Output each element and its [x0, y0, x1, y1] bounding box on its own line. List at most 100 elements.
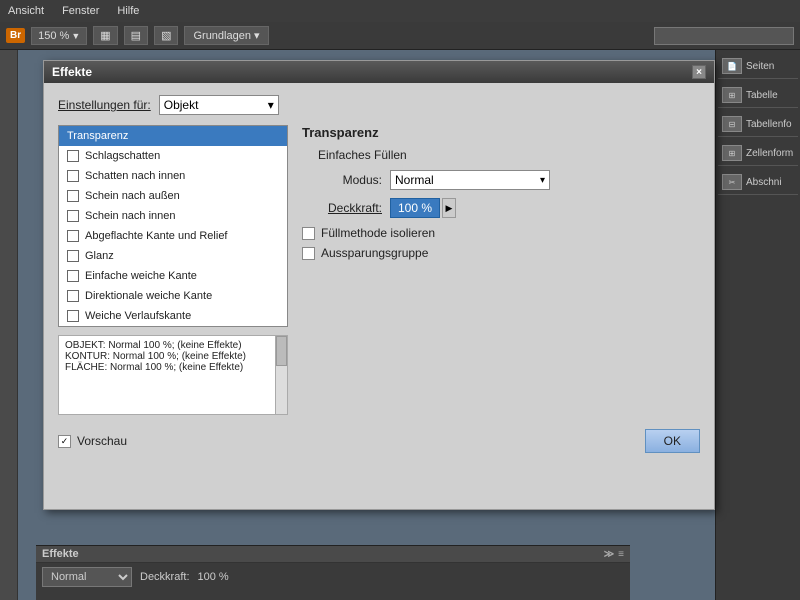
effect-label-4: Schein nach innen	[85, 210, 176, 222]
modal-title: Effekte	[52, 65, 92, 79]
bottom-panel-deckkraft-value: 100 %	[198, 571, 229, 583]
layout-btn-3[interactable]: ▧	[154, 26, 178, 45]
toolbar-search[interactable]	[654, 27, 794, 45]
right-title: Transparenz	[302, 125, 700, 140]
modal-close-button[interactable]: ×	[692, 65, 706, 79]
deckkraft-label: Deckkraft:	[302, 201, 382, 215]
layout-btn-1[interactable]: ▦	[93, 26, 117, 45]
aussparungs-checkbox[interactable]	[302, 247, 315, 260]
deckkraft-stepper[interactable]: ▶	[442, 198, 456, 218]
menu-bar: Ansicht Fenster Hilfe	[0, 0, 800, 22]
menu-ansicht[interactable]: Ansicht	[4, 3, 48, 19]
bottom-panel-header: Effekte ≫ ≡	[36, 546, 630, 563]
effects-list-item-5[interactable]: Abgeflachte Kante und Relief	[59, 226, 287, 246]
scroll-thumb	[276, 336, 287, 366]
preview-checkbox[interactable]: ✓	[58, 435, 71, 448]
effects-list-item-3[interactable]: Schein nach außen	[59, 186, 287, 206]
effects-list-item-0[interactable]: Transparenz	[59, 126, 287, 146]
effect-checkbox-6[interactable]	[67, 250, 79, 262]
modus-label: Modus:	[302, 173, 382, 187]
effect-checkbox-1[interactable]	[67, 150, 79, 162]
preview-line-0: OBJEKT: Normal 100 %; (keine Effekte)	[65, 340, 267, 351]
settings-dropdown[interactable]: Objekt ▾	[159, 95, 279, 115]
content-row: Transparenz Schlagschatten Schatten nach i…	[58, 125, 700, 415]
modus-dropdown[interactable]: Normal ▾	[390, 170, 550, 190]
effects-list-item-7[interactable]: Einfache weiche Kante	[59, 266, 287, 286]
left-column: Transparenz Schlagschatten Schatten nach i…	[58, 125, 288, 415]
fuellmethode-label: Füllmethode isolieren	[321, 226, 435, 240]
effect-checkbox-3[interactable]	[67, 190, 79, 202]
right-panel-item-3[interactable]: ⊞Zellenform	[718, 141, 798, 166]
effect-checkbox-5[interactable]	[67, 230, 79, 242]
preview-scrollbar[interactable]	[275, 336, 287, 414]
bottom-panel: Effekte ≫ ≡ Normal Deckkraft: 100 %	[36, 545, 630, 600]
effects-list-item-6[interactable]: Glanz	[59, 246, 287, 266]
effect-label-9: Weiche Verlaufskante	[85, 310, 191, 322]
aussparungs-label: Aussparungsgruppe	[321, 246, 428, 260]
grundlagen-dropdown[interactable]: Grundlagen ▾	[184, 26, 268, 45]
deckkraft-row: Deckkraft: ▶	[302, 198, 700, 218]
right-panel-label-0: Seiten	[746, 61, 774, 72]
effect-label-8: Direktionale weiche Kante	[85, 290, 212, 302]
right-panel-item-2[interactable]: ⊟Tabellenfo	[718, 112, 798, 137]
preview-checkbox-row: ✓ Vorschau	[58, 434, 127, 448]
app-logo: Br	[6, 28, 25, 43]
effect-label-5: Abgeflachte Kante und Relief	[85, 230, 228, 242]
right-panel-icon-3: ⊞	[722, 145, 742, 161]
menu-hilfe[interactable]: Hilfe	[113, 3, 143, 19]
right-panel-label-2: Tabellenfo	[746, 119, 792, 130]
bottom-panel-deckkraft-label: Deckkraft:	[140, 571, 190, 583]
toolbar: Br 150 % ▼ ▦ ▤ ▧ Grundlagen ▾	[0, 22, 800, 50]
ok-button[interactable]: OK	[645, 429, 700, 453]
bottom-panel-modus-dropdown[interactable]: Normal	[42, 567, 132, 587]
effects-list-item-2[interactable]: Schatten nach innen	[59, 166, 287, 186]
effects-right: Transparenz Einfaches Füllen Modus: Norm…	[302, 125, 700, 415]
menu-fenster[interactable]: Fenster	[58, 3, 103, 19]
modus-dropdown-arrow: ▾	[540, 175, 545, 186]
fuellmethode-checkbox[interactable]	[302, 227, 315, 240]
effect-checkbox-7[interactable]	[67, 270, 79, 282]
main-area: Effekte × Einstellungen für: Objekt ▾	[0, 50, 800, 600]
preview-content: OBJEKT: Normal 100 %; (keine Effekte)KON…	[65, 340, 281, 373]
bottom-panel-content: Normal Deckkraft: 100 %	[36, 563, 630, 591]
panel-menu-btn[interactable]: ≡	[618, 549, 624, 560]
effects-list-item-1[interactable]: Schlagschatten	[59, 146, 287, 166]
zoom-arrow: ▼	[71, 31, 80, 41]
effect-label-6: Glanz	[85, 250, 114, 262]
effect-label-7: Einfache weiche Kante	[85, 270, 197, 282]
effects-list-item-4[interactable]: Schein nach innen	[59, 206, 287, 226]
effect-label-1: Schlagschatten	[85, 150, 160, 162]
settings-row: Einstellungen für: Objekt ▾	[58, 95, 700, 115]
left-panel	[0, 50, 18, 600]
preview-line-1: KONTUR: Normal 100 %; (keine Effekte)	[65, 351, 267, 362]
panel-expand-btn[interactable]: ≫	[604, 549, 614, 560]
preview-text-area: OBJEKT: Normal 100 %; (keine Effekte)KON…	[58, 335, 288, 415]
effect-checkbox-8[interactable]	[67, 290, 79, 302]
right-panel-label-1: Tabelle	[746, 90, 778, 101]
zoom-button[interactable]: 150 % ▼	[31, 27, 87, 45]
bottom-panel-title: Effekte	[42, 548, 79, 560]
modal-bottom-row: ✓ Vorschau OK	[58, 429, 700, 453]
effects-list-item-9[interactable]: Weiche Verlaufskante	[59, 306, 287, 326]
modal-overlay: Effekte × Einstellungen für: Objekt ▾	[18, 50, 715, 600]
effect-checkbox-2[interactable]	[67, 170, 79, 182]
modus-row: Modus: Normal ▾	[302, 170, 700, 190]
right-panel-item-4[interactable]: ✂Abschni	[718, 170, 798, 195]
right-panel-item-0[interactable]: 📄Seiten	[718, 54, 798, 79]
modal-titlebar: Effekte ×	[44, 61, 714, 83]
layout-btn-2[interactable]: ▤	[124, 26, 148, 45]
modus-value: Normal	[395, 173, 434, 187]
settings-dropdown-arrow: ▾	[268, 98, 274, 112]
effects-list-item-8[interactable]: Direktionale weiche Kante	[59, 286, 287, 306]
section-fill: Einfaches Füllen	[318, 148, 700, 162]
right-panel: 📄Seiten ⊞ Tabelle ⊟Tabellenfo ⊞Zellenform ✂Ab…	[715, 50, 800, 600]
bottom-panel-header-btns: ≫ ≡	[604, 549, 624, 560]
effect-checkbox-9[interactable]	[67, 310, 79, 322]
right-panel-item-1[interactable]: ⊞ Tabelle	[718, 83, 798, 108]
deckkraft-input[interactable]	[390, 198, 440, 218]
deckkraft-input-group: ▶	[390, 198, 456, 218]
effect-checkbox-4[interactable]	[67, 210, 79, 222]
right-panel-icon-1: ⊞	[722, 87, 742, 103]
aussparungs-row: Aussparungsgruppe	[302, 246, 700, 260]
effect-label-0: Transparenz	[67, 130, 128, 142]
